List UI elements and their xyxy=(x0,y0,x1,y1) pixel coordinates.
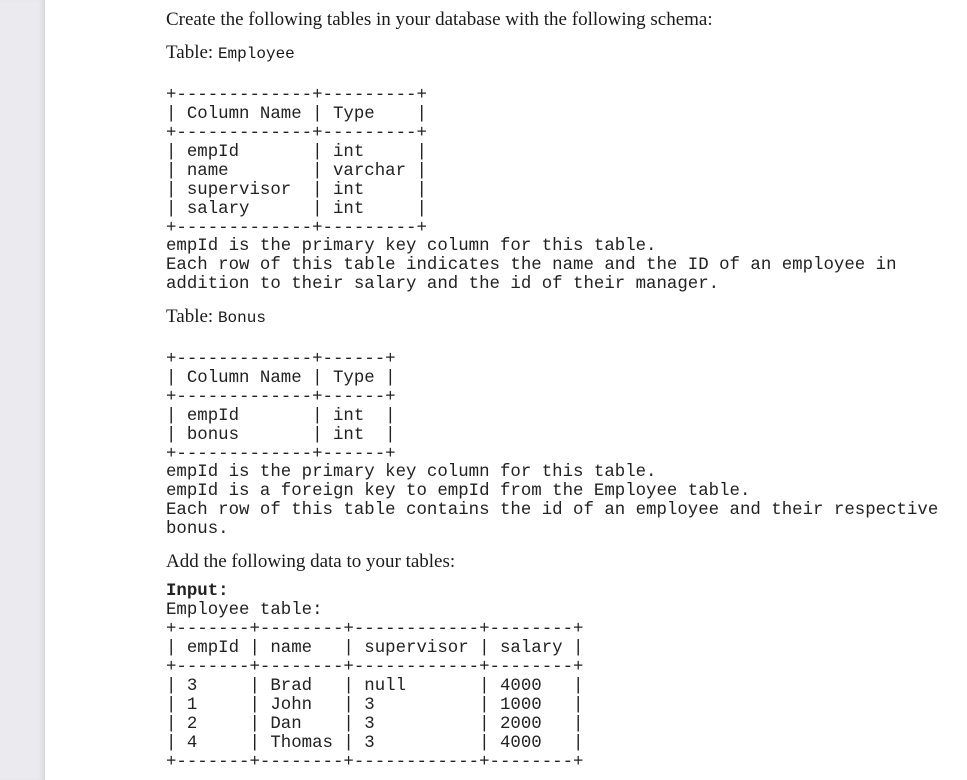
table-border: +-------+--------+------------+--------+ xyxy=(166,620,584,639)
table-row: | bonus | int | xyxy=(166,426,396,445)
note-line: addition to their salary and the id of t… xyxy=(166,275,720,294)
bonus-schema-notes: empId is the primary key column for this… xyxy=(166,463,938,539)
employee-schema-table: +-------------+---------+ | Column Name … xyxy=(166,86,427,238)
table-label-prefix: Table: xyxy=(166,42,218,63)
employee-table-title: Table: Employee xyxy=(166,42,295,65)
table-border: +-------------+---------+ xyxy=(166,219,427,238)
table-border: +-------------+---------+ xyxy=(166,86,427,105)
table-border: +-------+--------+------------+--------+ xyxy=(166,658,584,677)
employee-data-table: +-------+--------+------------+--------+… xyxy=(166,620,583,772)
intro-heading: Create the following tables in your data… xyxy=(166,9,713,30)
table-row: | empId | int | xyxy=(166,407,396,426)
table-row: | salary | int | xyxy=(166,200,427,219)
table-header-row: | Column Name | Type | xyxy=(166,105,427,124)
table-row: | 4 | Thomas | 3 | 4000 | xyxy=(166,734,584,753)
table-row: | empId | int | xyxy=(166,143,427,162)
table-name: Employee xyxy=(217,45,295,63)
note-line: Each row of this table indicates the nam… xyxy=(166,256,897,275)
side-panel-strip xyxy=(0,0,45,780)
table-row: | 2 | Dan | 3 | 2000 | xyxy=(166,715,584,734)
table-row: | 3 | Brad | null | 4000 | xyxy=(166,677,584,696)
table-row: | 1 | John | 3 | 1000 | xyxy=(166,696,584,715)
employee-schema-notes: empId is the primary key column for this… xyxy=(166,237,897,294)
bonus-table-title: Table: Bonus xyxy=(166,306,266,329)
table-label-prefix: Table: xyxy=(166,306,218,327)
table-border: +-------------+------+ xyxy=(166,445,396,464)
note-line: Each row of this table contains the id o… xyxy=(166,501,939,520)
note-line: bonus. xyxy=(166,520,229,539)
table-header-row: | empId | name | supervisor | salary | xyxy=(166,639,584,658)
note-line: empId is the primary key column for this… xyxy=(166,237,657,256)
table-border: +-------------+------+ xyxy=(166,350,396,369)
table-name: Bonus xyxy=(217,309,266,327)
table-border: +-------+--------+------------+--------+ xyxy=(166,753,584,772)
employee-table-label: Employee table: xyxy=(166,601,323,620)
table-border: +-------------+------+ xyxy=(166,388,396,407)
data-section-heading: Add the following data to your tables: xyxy=(166,551,456,572)
table-header-row: | Column Name | Type | xyxy=(166,369,396,388)
note-line: empId is a foreign key to empId from the… xyxy=(166,482,751,501)
table-border: +-------------+---------+ xyxy=(166,124,427,143)
input-label: Input: xyxy=(166,582,229,601)
table-row: | name | varchar | xyxy=(166,162,427,181)
table-row: | supervisor | int | xyxy=(166,181,427,200)
bonus-schema-table: +-------------+------+ | Column Name | T… xyxy=(166,350,396,464)
note-line: empId is the primary key column for this… xyxy=(166,463,657,482)
